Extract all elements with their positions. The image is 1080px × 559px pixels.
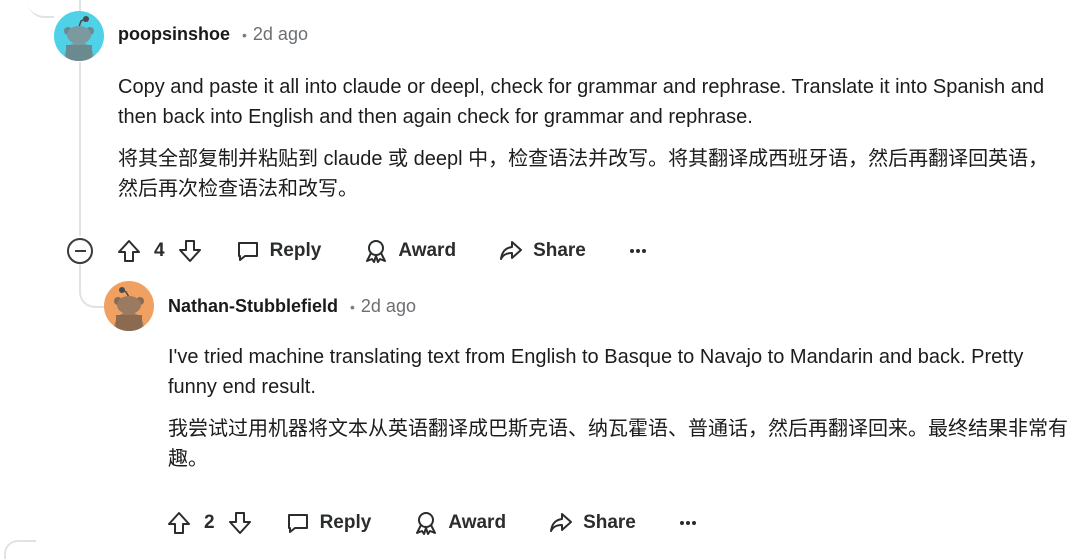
thread-curve-reply	[79, 264, 107, 308]
more-options-button[interactable]	[678, 518, 698, 528]
ellipsis-icon	[629, 249, 646, 253]
separator-dot: •	[350, 298, 355, 315]
comment-body: Copy and paste it all into claude or dee…	[118, 72, 1063, 204]
reply-button[interactable]: Reply	[285, 510, 372, 536]
share-button[interactable]: Share	[498, 238, 586, 264]
award-label: Award	[448, 512, 507, 533]
minus-icon	[74, 250, 86, 252]
comment-actions: 2 Reply Award Share	[166, 503, 698, 543]
share-label: Share	[583, 512, 636, 533]
share-arrow-icon	[550, 513, 573, 532]
comment-meta: poopsinshoe • 2d ago	[118, 24, 308, 45]
reply-label: Reply	[269, 240, 322, 261]
share-label: Share	[533, 240, 586, 261]
downvote-arrow-icon	[228, 512, 251, 534]
speech-bubble-icon	[287, 514, 308, 533]
snoo-avatar-icon	[64, 16, 94, 61]
vote-count: 2	[204, 512, 215, 533]
collapse-thread-button[interactable]	[67, 238, 93, 264]
ellipsis-icon	[679, 521, 696, 525]
vote-count: 4	[154, 240, 165, 261]
snoo-avatar-icon	[114, 287, 144, 331]
award-button[interactable]: Award	[363, 238, 456, 264]
upvote-button[interactable]	[166, 510, 192, 536]
more-options-button[interactable]	[628, 246, 648, 256]
award-label: Award	[398, 240, 457, 261]
downvote-button[interactable]	[227, 510, 253, 536]
thread-line-main	[79, 62, 81, 236]
comment-text-english: I've tried machine translating text from…	[168, 346, 1024, 398]
author-name[interactable]: Nathan-Stubblefield	[168, 296, 338, 317]
comment-text-chinese: 将其全部复制并粘贴到 claude 或 deepl 中，检查语法并改写。将其翻译…	[118, 148, 1049, 200]
timestamp[interactable]: 2d ago	[253, 24, 308, 45]
separator-dot: •	[242, 26, 247, 43]
comment-actions: 4 Reply Award Share	[116, 231, 648, 271]
downvote-button[interactable]	[177, 238, 203, 264]
comment-text-english: Copy and paste it all into claude or dee…	[118, 76, 1045, 128]
upvote-button[interactable]	[116, 238, 142, 264]
thread-curve-top	[28, 0, 54, 18]
reply-label: Reply	[319, 512, 372, 533]
comment-meta: Nathan-Stubblefield • 2d ago	[168, 296, 416, 317]
award-icon	[366, 240, 387, 263]
award-icon	[416, 512, 437, 535]
avatar[interactable]	[54, 11, 104, 61]
speech-bubble-icon	[237, 242, 258, 261]
reply-button[interactable]: Reply	[235, 238, 322, 264]
share-arrow-icon	[500, 241, 523, 260]
award-button[interactable]: Award	[413, 510, 506, 536]
comment-body: I've tried machine translating text from…	[168, 342, 1068, 474]
avatar[interactable]	[104, 281, 154, 331]
upvote-arrow-icon	[168, 512, 190, 534]
thread-curve-bottom	[4, 540, 36, 559]
author-name[interactable]: poopsinshoe	[118, 24, 230, 45]
upvote-arrow-icon	[118, 240, 140, 262]
comment-text-chinese: 我尝试过用机器将文本从英语翻译成巴斯克语、纳瓦霍语、普通话，然后再翻译回来。最终…	[168, 418, 1068, 470]
downvote-arrow-icon	[178, 240, 201, 262]
timestamp[interactable]: 2d ago	[361, 296, 416, 317]
share-button[interactable]: Share	[548, 510, 636, 536]
